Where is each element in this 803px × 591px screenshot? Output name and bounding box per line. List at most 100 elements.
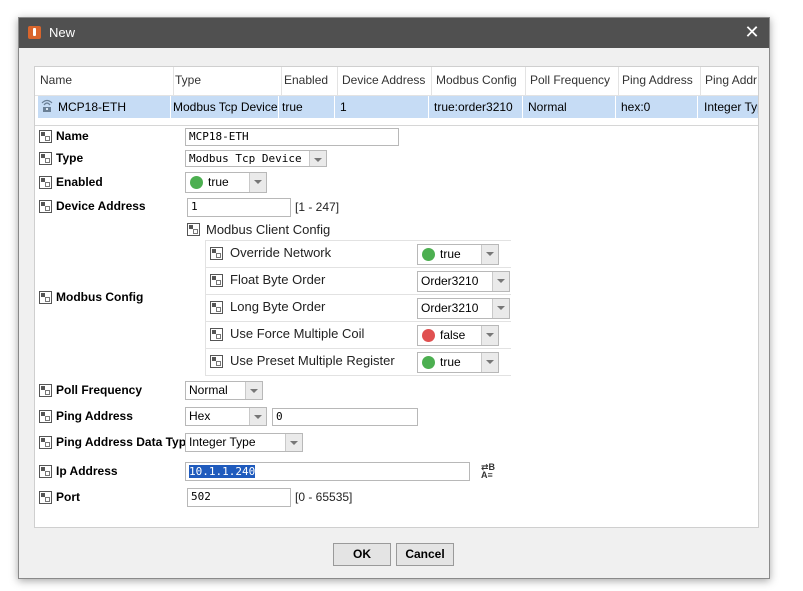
property-icon <box>39 410 52 423</box>
ip-address-label: Ip Address <box>56 464 118 478</box>
use-preset-multiple-register-value: true <box>440 355 461 369</box>
ping-address-label: Ping Address <box>56 409 133 423</box>
use-preset-multiple-register-select[interactable]: true <box>417 352 499 373</box>
new-dialog: New ✕ Name Type Enabled Device Address M… <box>18 17 770 579</box>
poll-frequency-label: Poll Frequency <box>56 383 143 397</box>
window-title: New <box>49 25 76 40</box>
row-divider <box>278 96 279 118</box>
column-divider <box>431 67 432 95</box>
content-panel: Name Type Enabled Device Address Modbus … <box>34 66 759 528</box>
use-force-multiple-coil-select[interactable]: false <box>417 325 499 346</box>
chevron-down-icon[interactable] <box>481 326 498 345</box>
chevron-down-icon[interactable] <box>481 353 498 372</box>
column-header-ping-address[interactable]: Ping Address <box>622 73 693 89</box>
poll-frequency-select[interactable]: Normal <box>185 381 263 400</box>
long-byte-order-value: Order3210 <box>421 301 479 315</box>
ping-address-field[interactable]: 0 <box>272 408 418 426</box>
cell-enabled: true <box>282 100 303 114</box>
device-address-label: Device Address <box>56 199 146 213</box>
chevron-down-icon[interactable] <box>249 408 266 425</box>
float-byte-order-label: Float Byte Order <box>230 272 326 287</box>
cell-modbus-config: true:order3210 <box>434 100 513 114</box>
cell-name: MCP18-ETH <box>58 100 127 114</box>
ping-address-data-type-value: Integer Type <box>189 435 256 449</box>
property-icon <box>39 436 52 449</box>
port-range: [0 - 65535] <box>295 490 353 504</box>
column-divider <box>337 67 338 95</box>
row-divider <box>334 96 335 118</box>
column-header-type[interactable]: Type <box>175 73 201 89</box>
row-divider <box>615 96 616 118</box>
ping-address-data-type-select[interactable]: Integer Type <box>185 433 303 452</box>
type-select[interactable]: Modbus Tcp Device <box>185 150 327 167</box>
name-field[interactable]: MCP18-ETH <box>185 128 399 146</box>
override-network-select[interactable]: true <box>417 244 499 265</box>
cell-device-address: 1 <box>340 100 347 114</box>
status-dot-icon <box>422 356 435 369</box>
modbus-client-config-label: Modbus Client Config <box>206 222 331 237</box>
cell-poll-frequency: Normal <box>528 100 567 114</box>
grid-line <box>205 240 206 375</box>
text-format-icon[interactable]: ⇄B A≡ <box>481 463 501 481</box>
chevron-down-icon[interactable] <box>492 299 509 318</box>
ip-address-field[interactable]: 10.1.1.240 <box>185 462 470 481</box>
override-network-label: Override Network <box>230 245 332 260</box>
chevron-down-icon[interactable] <box>285 434 302 451</box>
chevron-down-icon[interactable] <box>492 272 509 291</box>
use-preset-multiple-register-label: Use Preset Multiple Register <box>230 353 395 368</box>
table-header: Name Type Enabled Device Address Modbus … <box>35 67 758 96</box>
table-row[interactable]: MCP18-ETH Modbus Tcp Device true 1 true:… <box>38 96 758 118</box>
ping-address-data-type-label: Ping Address Data Type <box>56 435 193 449</box>
ok-button[interactable]: OK <box>333 543 391 566</box>
chevron-down-icon[interactable] <box>249 173 266 192</box>
property-icon <box>210 355 223 368</box>
enabled-select[interactable]: true <box>185 172 267 193</box>
device-address-range: [1 - 247] <box>295 200 340 214</box>
chevron-down-icon[interactable] <box>245 382 262 399</box>
grid-line <box>205 294 511 295</box>
property-icon <box>39 465 52 478</box>
property-icon <box>210 274 223 287</box>
property-icon <box>39 491 52 504</box>
float-byte-order-select[interactable]: Order3210 <box>417 271 510 292</box>
grid-line <box>205 267 511 268</box>
column-header-modbus-config[interactable]: Modbus Config <box>436 73 517 89</box>
close-icon[interactable]: ✕ <box>743 23 761 41</box>
long-byte-order-select[interactable]: Order3210 <box>417 298 510 319</box>
column-header-name[interactable]: Name <box>40 73 72 89</box>
use-force-multiple-coil-value: false <box>440 328 466 342</box>
chevron-down-icon[interactable] <box>481 245 498 264</box>
grid-line <box>205 348 511 349</box>
property-icon <box>39 176 52 189</box>
device-address-field[interactable]: 1 <box>187 198 291 217</box>
column-header-poll-frequency[interactable]: Poll Frequency <box>530 73 610 89</box>
grid-line <box>205 375 511 376</box>
ping-address-type-select[interactable]: Hex <box>185 407 267 426</box>
column-divider <box>281 67 282 95</box>
row-divider <box>522 96 523 118</box>
long-byte-order-label: Long Byte Order <box>230 299 326 314</box>
row-divider <box>697 96 698 118</box>
property-icon <box>210 328 223 341</box>
column-header-device-address[interactable]: Device Address <box>342 73 425 89</box>
type-select-value: Modbus Tcp Device <box>189 152 302 165</box>
property-icon <box>39 152 52 165</box>
override-network-value: true <box>440 247 461 261</box>
status-dot-icon <box>190 176 203 189</box>
port-label: Port <box>56 490 80 504</box>
column-header-ping-addr[interactable]: Ping Addr <box>705 73 757 89</box>
ip-address-value: 10.1.1.240 <box>189 465 256 478</box>
chevron-down-icon[interactable] <box>309 151 326 166</box>
grid-line <box>205 240 511 241</box>
title-bar: New ✕ <box>19 18 769 48</box>
status-dot-icon <box>422 329 435 342</box>
column-divider <box>618 67 619 95</box>
app-icon <box>28 26 41 39</box>
property-icon <box>210 301 223 314</box>
cancel-button[interactable]: Cancel <box>396 543 454 566</box>
column-header-enabled[interactable]: Enabled <box>284 73 328 89</box>
port-field[interactable]: 502 <box>187 488 291 507</box>
status-dot-icon <box>422 248 435 261</box>
property-icon <box>39 130 52 143</box>
column-divider <box>700 67 701 95</box>
